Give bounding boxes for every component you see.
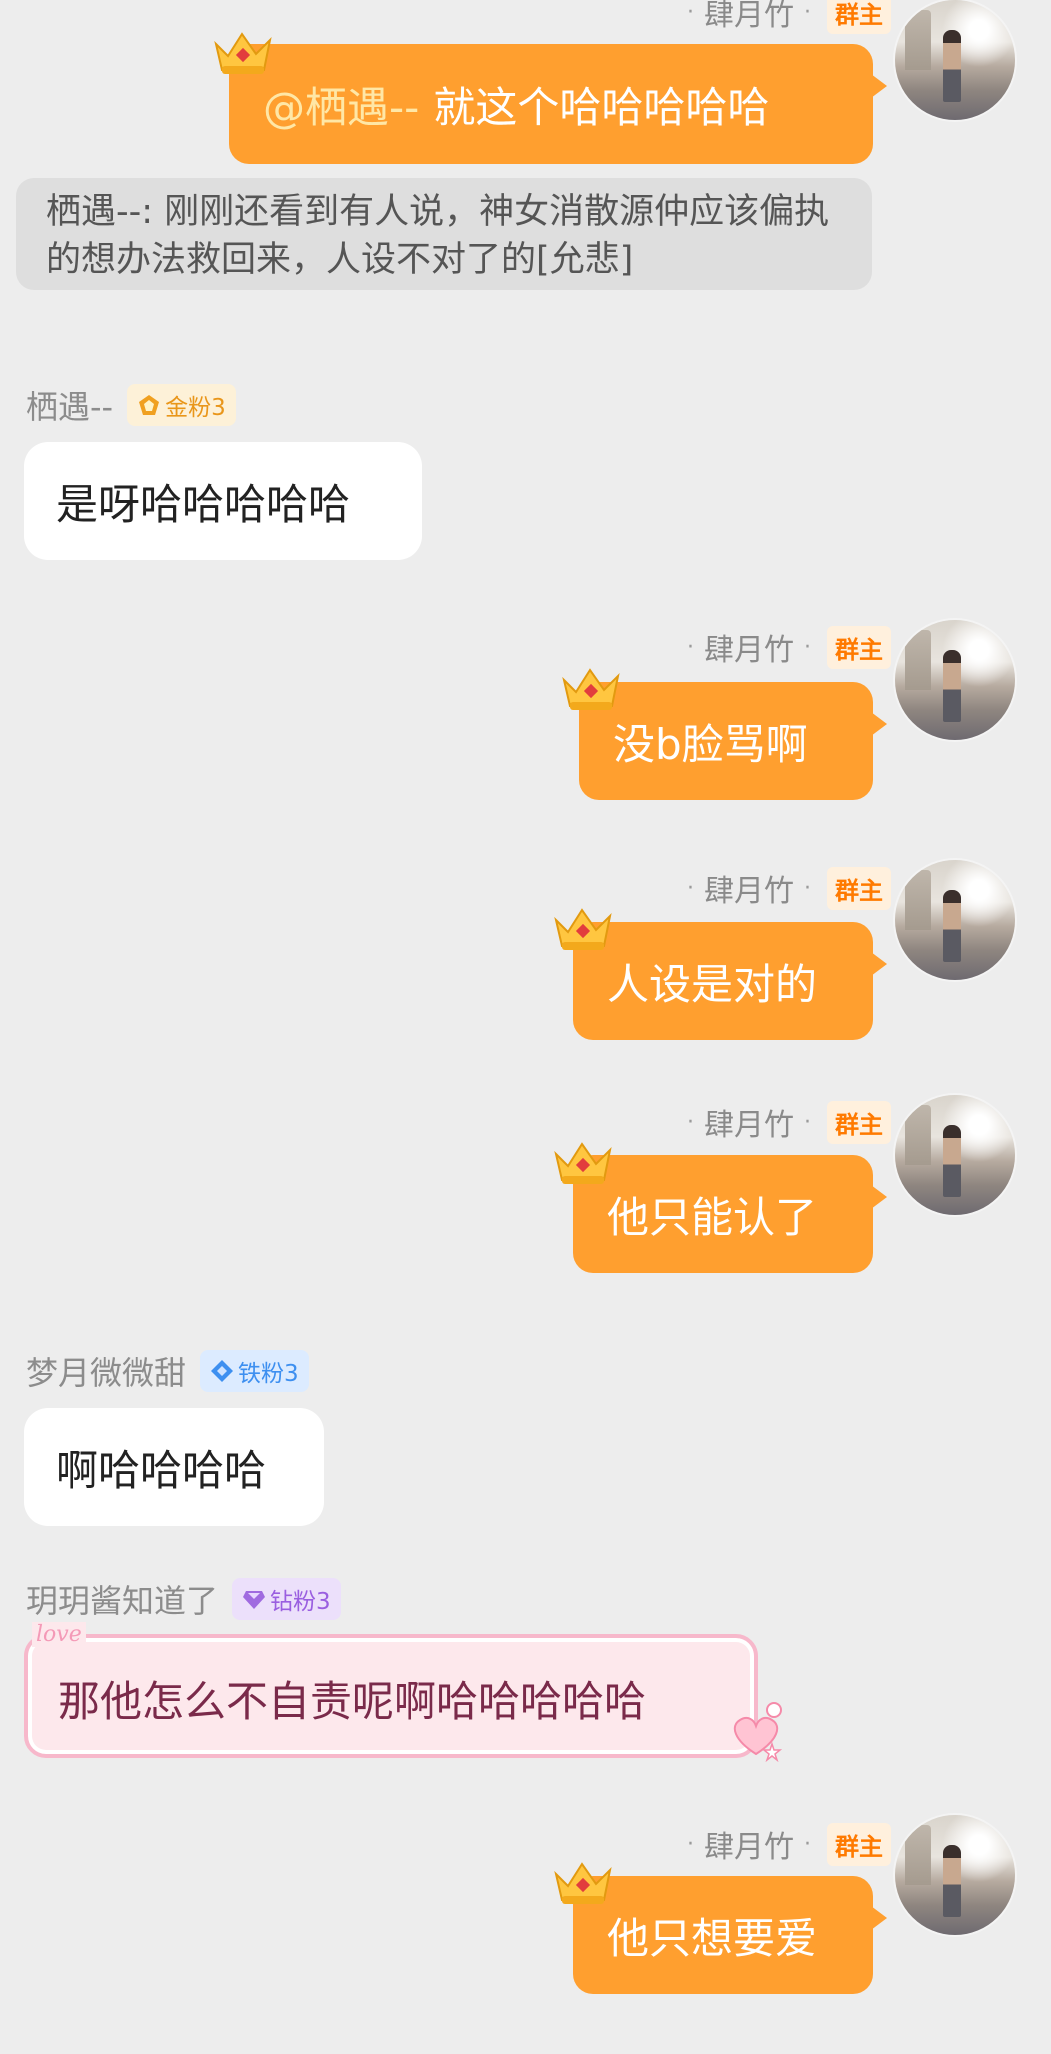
sender-name[interactable]: 肆月竹 [704, 1100, 794, 1144]
message-text: 他只能认了 [607, 1192, 818, 1242]
crown-icon [214, 32, 272, 74]
separator-dot: · [687, 634, 694, 660]
sender-name-line: · 肆月竹 · 群主 [687, 866, 891, 910]
message-text: 他只想要爱 [607, 1913, 818, 1963]
quoted-message[interactable]: 栖遇--: 刚刚还看到有人说，神女消散源仲应该偏执的想办法救回来，人设不对了的[… [16, 178, 872, 290]
heart-decoration-icon [733, 1702, 783, 1762]
sender-name-line: 栖遇-- 金粉3 [26, 382, 236, 428]
message-text: 啊哈哈哈哈 [56, 1445, 267, 1495]
sender-name[interactable]: 肆月竹 [704, 866, 794, 910]
message-text: 那他怎么不自责呢啊哈哈哈哈哈 [58, 1677, 647, 1726]
user-avatar[interactable] [895, 0, 1015, 120]
message-bubble[interactable]: 人设是对的 [573, 922, 887, 1040]
sender-name-line: 玥玥酱知道了 钻粉3 [26, 1576, 341, 1622]
iron-fan-badge-icon [211, 1360, 234, 1382]
mention-link[interactable]: @栖遇-- [263, 74, 419, 135]
message-bubble[interactable]: 是呀哈哈哈哈哈 [24, 442, 422, 560]
message-text: 人设是对的 [607, 959, 818, 1009]
fan-level-badge: 金粉3 [127, 384, 236, 426]
group-owner-badge: 群主 [827, 0, 891, 34]
group-owner-badge: 群主 [827, 625, 891, 669]
fan-level-badge: 铁粉3 [200, 1350, 309, 1392]
separator-dot: · [804, 1831, 811, 1857]
sender-name-line: · 肆月竹 · 群主 [687, 1100, 891, 1144]
user-avatar[interactable] [895, 620, 1015, 740]
crown-icon [554, 1862, 612, 1904]
sender-name[interactable]: 梦月微微甜 [26, 1348, 186, 1394]
separator-dot: · [804, 875, 811, 901]
group-owner-badge: 群主 [827, 1822, 891, 1866]
user-avatar[interactable] [895, 1095, 1015, 1215]
sender-name[interactable]: 肆月竹 [704, 0, 794, 34]
sender-name[interactable]: 玥玥酱知道了 [26, 1576, 218, 1622]
crown-icon [562, 668, 620, 710]
user-avatar[interactable] [895, 860, 1015, 980]
fan-level-text: 铁粉3 [238, 1361, 299, 1387]
separator-dot: · [687, 1831, 694, 1857]
fan-level-text: 金粉3 [165, 395, 226, 421]
separator-dot: · [804, 0, 811, 25]
message-bubble[interactable]: 啊哈哈哈哈 [24, 1408, 324, 1526]
crown-icon [554, 1142, 612, 1184]
separator-dot: · [687, 1109, 694, 1135]
separator-dot: · [804, 634, 811, 660]
sender-name-line: · 肆月竹 · 群主 [687, 1822, 891, 1866]
message-text: 就这个哈哈哈哈哈 [433, 82, 770, 132]
separator-dot: · [687, 0, 694, 25]
love-message-bubble[interactable]: love 那他怎么不自责呢啊哈哈哈哈哈 [24, 1622, 758, 1758]
message-bubble[interactable]: 没b脸骂啊 [579, 682, 887, 800]
sender-name[interactable]: 栖遇-- [26, 382, 113, 428]
sender-name-line: 梦月微微甜 铁粉3 [26, 1348, 309, 1394]
message-bubble[interactable]: @栖遇-- 就这个哈哈哈哈哈 [229, 44, 887, 164]
message-bubble[interactable]: 他只想要爱 [573, 1876, 887, 1994]
sender-name-line: · 肆月竹 · 群主 [687, 625, 891, 669]
diamond-fan-badge-icon [243, 1591, 266, 1609]
message-text: 没b脸骂啊 [613, 719, 808, 769]
fan-level-text: 钻粉3 [270, 1589, 331, 1615]
group-owner-badge: 群主 [827, 866, 891, 910]
user-avatar[interactable] [895, 1815, 1015, 1935]
sender-name[interactable]: 肆月竹 [704, 1822, 794, 1866]
fan-level-badge: 钻粉3 [232, 1578, 341, 1620]
gold-fan-badge-icon [139, 395, 160, 415]
message-bubble[interactable]: 他只能认了 [573, 1155, 887, 1273]
message-text: 是呀哈哈哈哈哈 [56, 479, 351, 529]
group-owner-badge: 群主 [827, 1100, 891, 1144]
sender-name-line: · 肆月竹 · 群主 [687, 0, 891, 34]
separator-dot: · [804, 1109, 811, 1135]
separator-dot: · [687, 875, 694, 901]
love-tag: love [32, 1622, 86, 1647]
crown-icon [554, 908, 612, 950]
sender-name[interactable]: 肆月竹 [704, 625, 794, 669]
